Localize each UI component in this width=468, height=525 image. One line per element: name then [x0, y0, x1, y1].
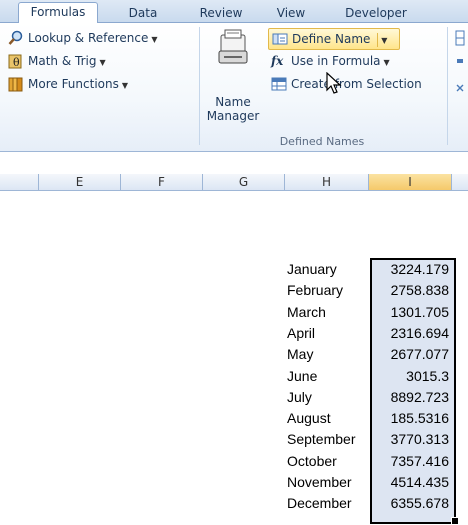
value-cell[interactable]: 1301.705 [373, 304, 453, 321]
ribbon-tab-bar: Formulas Data Review View Developer [0, 0, 468, 24]
value-cell[interactable]: 2316.694 [373, 325, 453, 342]
chevron-down-icon: ▼ [99, 58, 106, 67]
value-cell[interactable]: 8892.723 [373, 389, 453, 406]
math-trig-icon: θ [8, 54, 22, 69]
month-cell[interactable]: September [287, 431, 369, 448]
month-cell[interactable]: April [287, 325, 369, 342]
lookup-reference-label: Lookup & Reference [28, 31, 149, 45]
create-from-selection-button[interactable]: Create from Selection [271, 74, 422, 94]
value-cell[interactable]: 3770.313 [373, 431, 453, 448]
chevron-down-icon: ▼ [383, 58, 390, 67]
mouse-pointer-icon [326, 72, 342, 94]
tab-review[interactable]: Review [192, 4, 250, 22]
column-header-h[interactable]: H [285, 174, 369, 191]
create-from-selection-icon [271, 77, 287, 90]
month-cell[interactable]: October [287, 453, 369, 470]
month-cell[interactable]: March [287, 304, 369, 321]
define-name-button[interactable]: Define Name ▼ [268, 28, 400, 50]
value-cell[interactable]: 2677.077 [373, 346, 453, 363]
formula-auditing-icons[interactable] [454, 29, 466, 109]
month-cell[interactable]: July [287, 389, 369, 406]
lookup-reference-button[interactable]: Lookup & Reference ▼ [8, 28, 158, 48]
split-divider [377, 32, 379, 47]
value-cell[interactable]: 4514.435 [373, 474, 453, 491]
books-icon [8, 77, 23, 91]
column-header-f[interactable]: F [121, 174, 203, 191]
formula-bar[interactable] [0, 152, 468, 175]
value-cell[interactable]: 185.5316 [373, 410, 453, 427]
month-cell[interactable]: May [287, 346, 369, 363]
chevron-down-icon: ▼ [121, 81, 129, 90]
more-functions-button[interactable]: More Functions ▼ [8, 74, 128, 94]
tab-data[interactable]: Data [118, 4, 168, 22]
ribbon: Lookup & Reference ▼ θ Math & Trig ▼ More … [0, 23, 468, 152]
chevron-down-icon: ▼ [151, 35, 158, 44]
magnifier-icon [8, 30, 23, 45]
value-cell[interactable]: 3015.3 [373, 368, 453, 385]
value-cell[interactable]: 7357.416 [373, 453, 453, 470]
month-cell[interactable]: February [287, 282, 369, 299]
tab-developer[interactable]: Developer [336, 4, 416, 22]
group-separator [199, 27, 200, 145]
tab-view[interactable]: View [268, 4, 314, 22]
create-from-selection-label: Create from Selection [291, 77, 422, 91]
function-fx-icon: fx [271, 53, 284, 68]
value-cell[interactable]: 2758.838 [373, 282, 453, 299]
define-name-icon [272, 33, 288, 44]
month-cell[interactable]: December [287, 495, 369, 512]
month-cell[interactable]: November [287, 474, 369, 491]
use-in-formula-button[interactable]: fx Use in Formula ▼ [271, 51, 390, 71]
use-in-formula-label: Use in Formula [291, 54, 381, 68]
define-name-label: Define Name [292, 32, 371, 46]
month-cell[interactable]: August [287, 410, 369, 427]
value-cell[interactable]: 6355.678 [373, 495, 453, 512]
column-header-next[interactable] [452, 174, 468, 191]
math-trig-label: Math & Trig [28, 54, 97, 68]
value-cell[interactable]: 3224.179 [373, 261, 453, 278]
column-header-i[interactable]: I [369, 174, 452, 191]
column-header-spacer [0, 174, 39, 191]
chevron-down-icon[interactable]: ▼ [381, 36, 387, 45]
name-manager-icon [218, 29, 248, 64]
month-cell[interactable]: June [287, 368, 369, 385]
name-manager-label-2: Manager [206, 109, 260, 123]
month-cell[interactable]: January [287, 261, 369, 278]
tab-formulas[interactable]: Formulas [18, 2, 98, 24]
column-header-g[interactable]: G [203, 174, 285, 191]
svg-text:θ: θ [13, 56, 20, 69]
name-manager-button[interactable]: Name Manager [204, 27, 262, 133]
column-header-e[interactable]: E [39, 174, 121, 191]
math-trig-button[interactable]: θ Math & Trig ▼ [8, 51, 106, 71]
defined-names-group-label: Defined Names [279, 135, 365, 148]
more-functions-label: More Functions [28, 77, 119, 91]
name-manager-label-1: Name [215, 95, 251, 109]
group-separator [447, 27, 448, 145]
